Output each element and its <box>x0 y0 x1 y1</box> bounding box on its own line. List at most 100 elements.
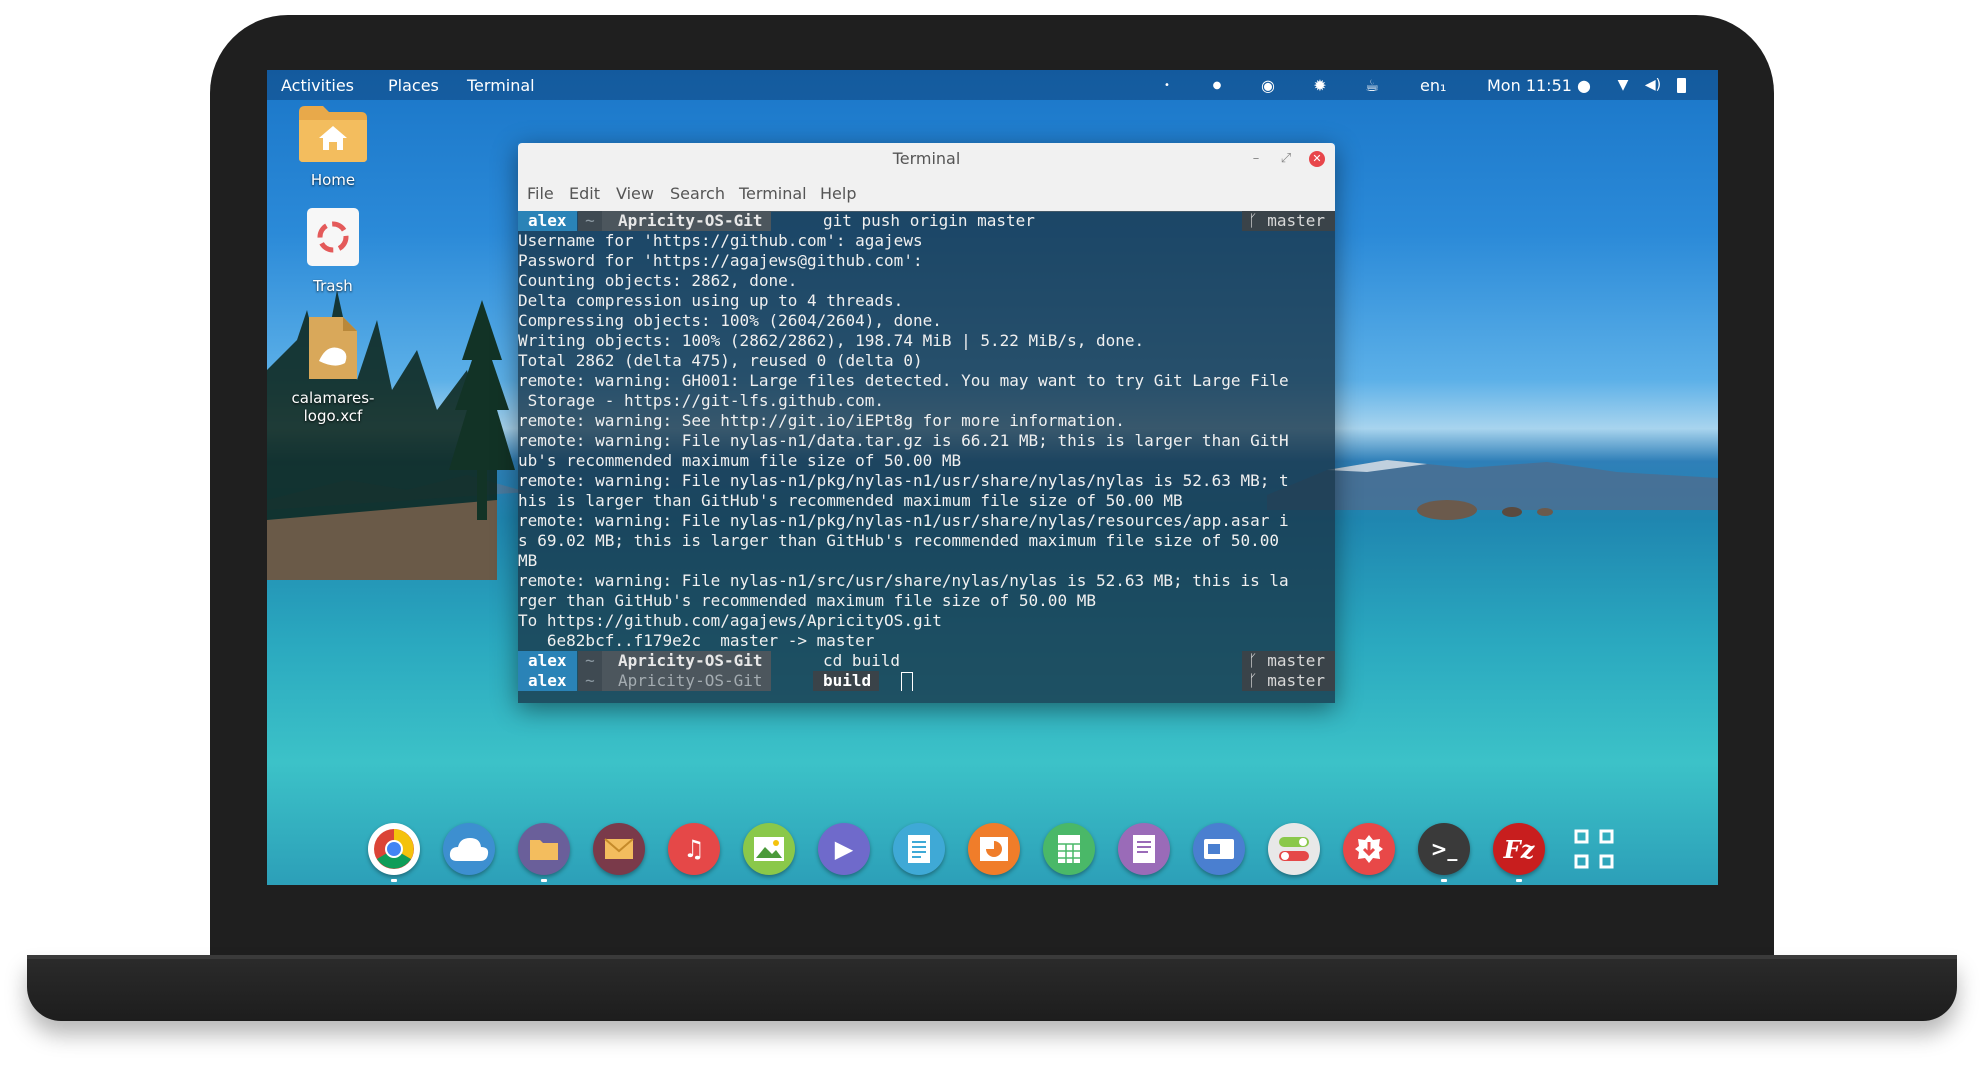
minimize-icon[interactable]: – <box>1248 151 1264 167</box>
output-line: To https://github.com/agajews/ApricityOS… <box>518 611 942 630</box>
laptop-hinge <box>27 955 1957 959</box>
prompt-branch: ᚴ master <box>1241 651 1335 671</box>
output-line: Password for 'https://agajews@github.com… <box>518 251 923 270</box>
command-text: cd build <box>823 651 901 670</box>
activities-button[interactable]: Activities <box>281 76 354 95</box>
output-line: Username for 'https://github.com': agaje… <box>518 231 923 250</box>
trash-desktop-icon[interactable]: Trash <box>278 206 388 296</box>
branch-icon: ᚴ <box>1247 211 1268 230</box>
cloud-icon[interactable] <box>443 823 495 875</box>
app-grid-icon[interactable] <box>1568 823 1620 875</box>
terminal-menubar: File Edit View Search Terminal Help <box>518 175 1335 212</box>
output-line: ub's recommended maximum file size of 50… <box>518 451 962 470</box>
output-line: Compressing objects: 100% (2604/2604), d… <box>518 311 942 330</box>
menu-view[interactable]: View <box>616 184 654 203</box>
prompt-line: alex ~ Apricity-OS-Git build ᚴ master <box>518 671 1335 691</box>
dock: ♫ ▶ >_ Fz <box>267 815 1718 885</box>
prompt-line: alex ~ Apricity-OS-Git git push origin m… <box>518 211 1335 231</box>
xcf-file-desktop-icon[interactable]: calamares-logo.xcf <box>278 313 388 425</box>
terminal-titlebar[interactable]: Terminal – ⤢ ✕ <box>518 143 1335 175</box>
running-indicator <box>541 879 547 882</box>
prompt-user: alex <box>518 211 577 231</box>
output-line: remote: warning: File nylas-n1/pkg/nylas… <box>518 511 1289 530</box>
prompt-home: ~ <box>578 211 602 231</box>
output-line: remote: warning: GH001: Large files dete… <box>518 371 1289 390</box>
branch-icon: ᚴ <box>1247 651 1268 670</box>
software-center-icon[interactable] <box>1343 823 1395 875</box>
terminal-app-menu[interactable]: Terminal <box>467 76 535 95</box>
mail-icon[interactable] <box>593 823 645 875</box>
output-line: Counting objects: 2862, done. <box>518 271 798 290</box>
desktop-screen: Activities Places Terminal • ● ◉ ✹ ☕ en₁… <box>267 70 1718 885</box>
running-indicator <box>1516 879 1522 882</box>
clock[interactable]: Mon 11:51 ● <box>1487 76 1591 95</box>
output-line: remote: warning: File nylas-n1/data.tar.… <box>518 431 1289 450</box>
presentation-icon[interactable] <box>968 823 1020 875</box>
home-folder-desktop-icon[interactable]: Home <box>278 102 388 190</box>
volume-icon[interactable]: ◀) <box>1643 75 1663 95</box>
keyboard-layout-indicator[interactable]: en₁ <box>1420 76 1446 95</box>
battery-icon[interactable] <box>1671 75 1691 95</box>
prompt-user: alex <box>518 651 577 671</box>
branch-icon: ᚴ <box>1247 671 1268 690</box>
terminal-window[interactable]: Terminal – ⤢ ✕ File Edit View Search Ter… <box>518 143 1335 703</box>
menu-file[interactable]: File <box>527 184 554 203</box>
output-line: Total 2862 (delta 475), reused 0 (delta … <box>518 351 923 370</box>
wifi-icon[interactable]: ▼ <box>1613 75 1633 95</box>
running-indicator <box>1441 879 1447 882</box>
photos-icon[interactable] <box>743 823 795 875</box>
remote-desktop-icon[interactable] <box>1193 823 1245 875</box>
caffeine-icon[interactable]: ☕ <box>1362 75 1382 95</box>
prompt-dir: Apricity-OS-Git <box>602 211 771 231</box>
prompt-home: ~ <box>578 651 602 671</box>
folder-icon <box>299 106 367 162</box>
settings-toggle-icon[interactable] <box>1268 823 1320 875</box>
output-line: rger than GitHub's recommended maximum f… <box>518 591 1096 610</box>
prompt-branch: ᚴ master <box>1241 671 1335 691</box>
file-label: calamares-logo.xcf <box>291 389 375 425</box>
documents-icon[interactable] <box>893 823 945 875</box>
dot-indicator-icon[interactable]: • <box>1157 75 1177 95</box>
sync-icon[interactable]: ◉ <box>1258 75 1278 95</box>
output-line: Writing objects: 100% (2862/2862), 198.7… <box>518 331 1145 350</box>
branch-name: master <box>1267 651 1325 670</box>
menu-edit[interactable]: Edit <box>569 184 600 203</box>
wallpaper-tree-right <box>449 300 515 520</box>
videos-icon[interactable]: ▶ <box>818 823 870 875</box>
branch-name: master <box>1267 671 1325 690</box>
spreadsheet-icon[interactable] <box>1043 823 1095 875</box>
terminal-output[interactable]: alex ~ Apricity-OS-Git git push origin m… <box>518 211 1335 703</box>
maximize-icon[interactable]: ⤢ <box>1278 151 1294 167</box>
output-line: his is larger than GitHub's recommended … <box>518 491 1183 510</box>
image-file-icon <box>309 317 357 379</box>
chrome-icon[interactable] <box>368 823 420 875</box>
running-indicator <box>391 879 397 882</box>
prompt-subdir: build <box>813 671 880 691</box>
menu-search[interactable]: Search <box>670 184 725 203</box>
text-cursor[interactable] <box>901 671 913 691</box>
writer-icon[interactable] <box>1118 823 1170 875</box>
output-line: remote: warning: File nylas-n1/pkg/nylas… <box>518 471 1289 490</box>
prompt-line: alex ~ Apricity-OS-Git cd build ᚴ master <box>518 651 1335 671</box>
wallpaper-rocks <box>1417 500 1553 520</box>
filezilla-icon[interactable]: Fz <box>1493 823 1545 875</box>
places-menu[interactable]: Places <box>388 76 439 95</box>
output-line: Storage - https://git-lfs.github.com. <box>518 391 885 410</box>
laptop-base <box>27 956 1957 1021</box>
menu-help[interactable]: Help <box>820 184 856 203</box>
output-line: Delta compression using up to 4 threads. <box>518 291 904 310</box>
prompt-dir: Apricity-OS-Git <box>602 651 771 671</box>
prompt-user: alex <box>518 671 577 691</box>
terminal-icon[interactable]: >_ <box>1418 823 1470 875</box>
settings-gear-icon[interactable]: ✹ <box>1310 75 1330 95</box>
terminal-title: Terminal <box>892 149 961 168</box>
chrome-indicator-icon[interactable]: ● <box>1207 75 1227 95</box>
close-icon[interactable]: ✕ <box>1309 151 1325 167</box>
prompt-branch: ᚴ master <box>1241 211 1335 231</box>
music-icon[interactable]: ♫ <box>668 823 720 875</box>
output-line: remote: warning: File nylas-n1/src/usr/s… <box>518 571 1289 590</box>
files-icon[interactable] <box>518 823 570 875</box>
menu-terminal[interactable]: Terminal <box>739 184 807 203</box>
command-text: git push origin master <box>823 211 1035 230</box>
prompt-home: ~ <box>578 671 602 691</box>
